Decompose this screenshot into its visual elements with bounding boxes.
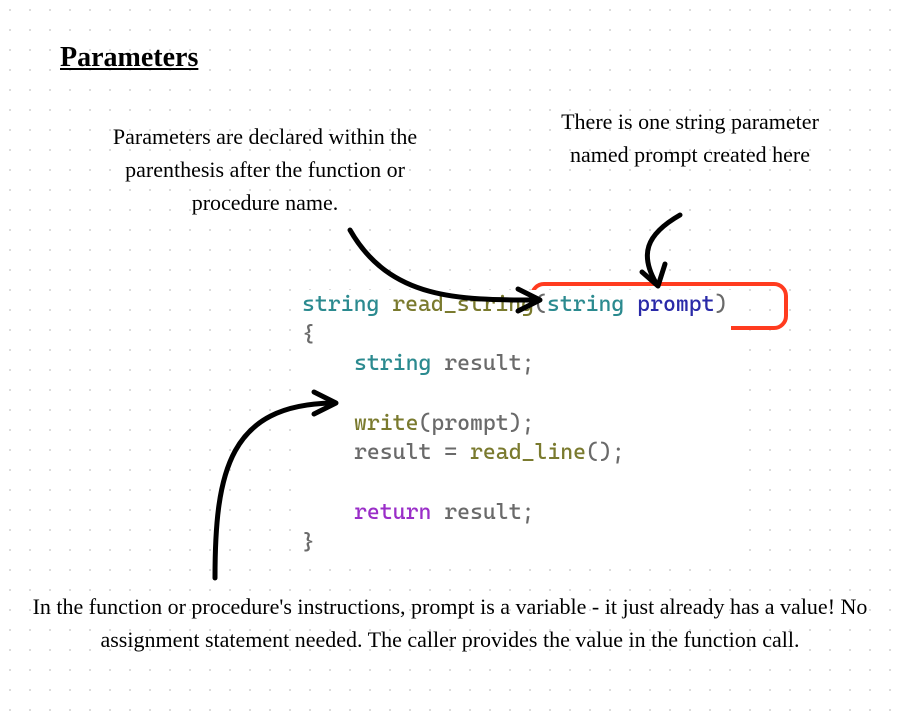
code-line-assign: result = read_line();: [302, 438, 727, 468]
code-block: string read_string(string prompt) { stri…: [298, 290, 731, 561]
code-open-paren: (: [534, 292, 547, 317]
code-line-blank-2: [302, 468, 727, 498]
arrow-to-prompt-head: [642, 264, 665, 286]
code-function-name: read_string: [392, 292, 534, 317]
code-return-type: string: [302, 292, 379, 317]
annotation-declared-in-parenthesis: Parameters are declared within the paren…: [80, 120, 450, 219]
code-return-val: result;: [431, 500, 534, 525]
code-close-paren: ): [715, 292, 728, 317]
arrow-to-prompt: [647, 215, 680, 283]
code-line-brace-close: }: [302, 528, 727, 558]
code-readline-fn: read_line: [470, 440, 586, 465]
code-write-arg: (prompt);: [418, 411, 534, 436]
code-line-return: return result;: [302, 498, 727, 528]
code-param-name: prompt: [637, 292, 714, 317]
annotation-prompt-is-variable: In the function or procedure's instructi…: [15, 590, 885, 656]
code-write-fn: write: [354, 411, 418, 436]
annotation-one-string-parameter: There is one string parameter named prom…: [530, 105, 850, 171]
code-assign-lhs: result =: [354, 440, 470, 465]
heading-parameters: Parameters: [60, 42, 198, 74]
code-line-write: write(prompt);: [302, 409, 727, 439]
code-line-brace-open: {: [302, 320, 727, 350]
code-line-signature: string read_string(string prompt): [302, 290, 727, 320]
code-line-declare-result: string result;: [302, 349, 727, 379]
code-decl-type: string: [354, 351, 431, 376]
code-readline-tail: ();: [586, 440, 625, 465]
code-line-blank-1: [302, 379, 727, 409]
code-param-type: string: [547, 292, 624, 317]
code-return-kw: return: [354, 500, 431, 525]
code-decl-rest: result;: [431, 351, 534, 376]
